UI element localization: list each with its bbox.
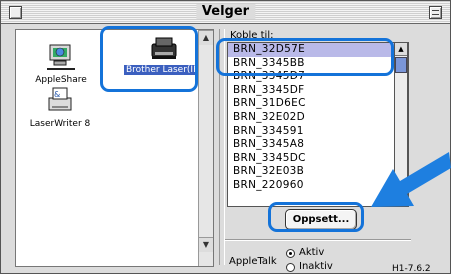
pointer-arrow-icon — [371, 152, 451, 207]
